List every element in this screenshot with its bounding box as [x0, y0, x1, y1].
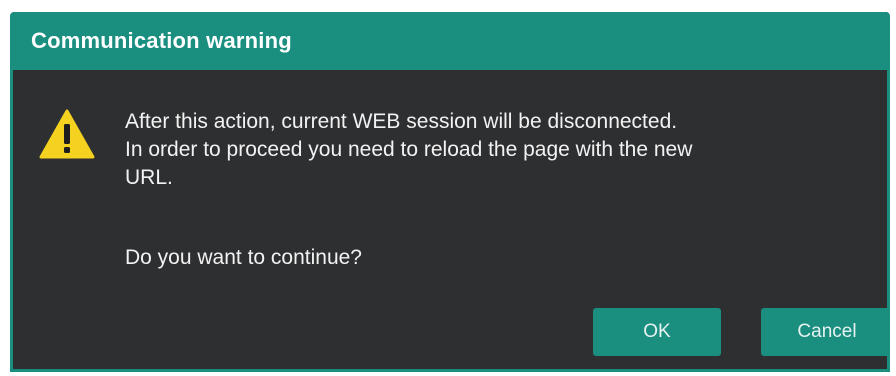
- dialog-titlebar[interactable]: Communication warning: [13, 12, 887, 70]
- communication-warning-dialog: Communication warning After this action,…: [10, 12, 890, 372]
- message-line: In order to proceed you need to reload t…: [125, 138, 693, 161]
- dialog-title: Communication warning: [31, 28, 292, 53]
- dialog-message: After this action, current WEB session w…: [125, 108, 865, 192]
- warning-icon: [39, 109, 95, 159]
- message-line: After this action, current WEB session w…: [125, 110, 678, 133]
- ok-button[interactable]: OK: [593, 308, 721, 356]
- message-line: URL.: [125, 166, 173, 189]
- cancel-button[interactable]: Cancel: [761, 308, 887, 356]
- dialog-question: Do you want to continue?: [125, 246, 362, 269]
